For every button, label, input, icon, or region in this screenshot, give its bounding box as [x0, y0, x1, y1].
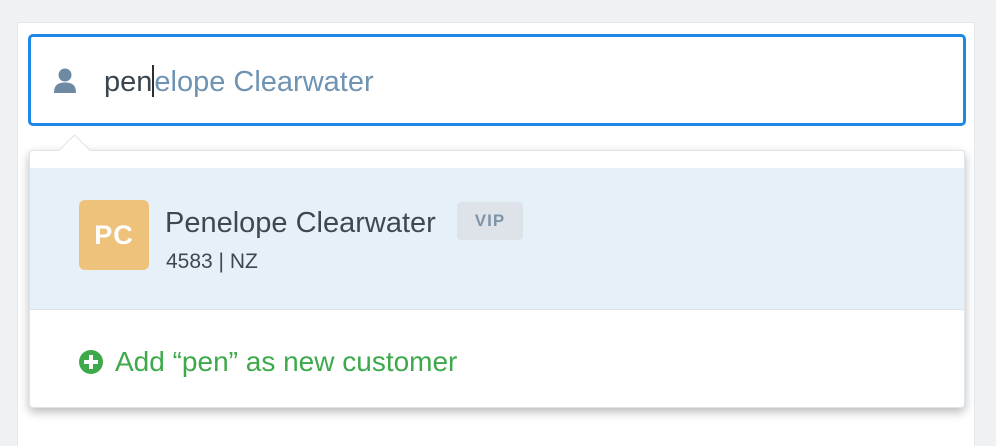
avatar: PC	[79, 200, 149, 270]
customer-result-row[interactable]: PC Penelope Clearwater VIP 4583 | NZ	[30, 168, 964, 310]
search-autocomplete-suggestion: elope Clearwater	[154, 66, 374, 98]
search-text[interactable]: penelope Clearwater	[104, 64, 374, 100]
search-typed-text: pen	[104, 66, 153, 98]
customer-search-input[interactable]: penelope Clearwater	[28, 34, 966, 126]
search-results-dropdown: PC Penelope Clearwater VIP 4583 | NZ Add…	[29, 134, 965, 408]
add-new-customer-button[interactable]: Add “pen” as new customer	[30, 310, 964, 407]
customer-meta: 4583 | NZ	[166, 250, 258, 273]
add-new-customer-label: Add “pen” as new customer	[115, 346, 458, 377]
vip-badge: VIP	[457, 202, 523, 240]
customer-name: Penelope Clearwater	[165, 207, 436, 239]
plus-circle-icon	[79, 350, 103, 374]
user-icon	[54, 68, 76, 93]
